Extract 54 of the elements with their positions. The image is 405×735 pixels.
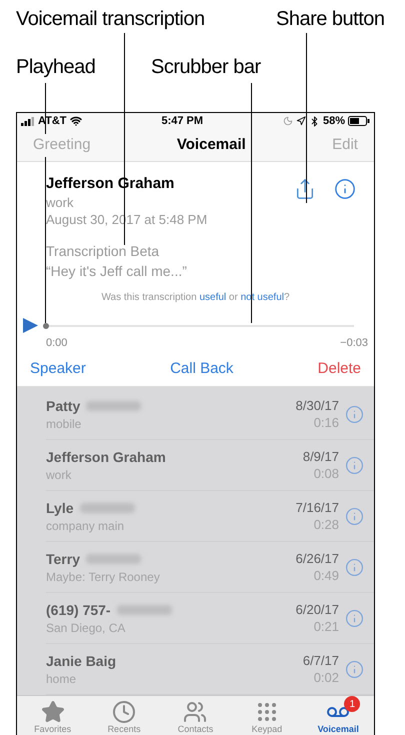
- transcription-text: “Hey it's Jeff call me...”: [46, 262, 188, 281]
- badge: 1: [344, 696, 360, 712]
- tab[interactable]: Recents: [94, 700, 154, 735]
- battery-text: 58%: [322, 114, 345, 130]
- info-icon[interactable]: [345, 404, 364, 424]
- callout-label: Share button: [276, 7, 385, 32]
- share-button[interactable]: [294, 178, 316, 200]
- caller-name: Patty: [46, 396, 80, 416]
- action-button[interactable]: Delete: [318, 358, 361, 380]
- play-button[interactable]: [23, 318, 38, 333]
- voicemail-date: 6/20/17: [296, 601, 339, 619]
- greeting-button[interactable]: Greeting: [33, 134, 91, 157]
- callout-label: Scrubber bar: [151, 55, 261, 80]
- caller-name: Terry: [46, 550, 80, 568]
- info-icon[interactable]: [345, 660, 364, 678]
- info-icon[interactable]: [345, 558, 364, 576]
- action-button[interactable]: Call Back: [170, 358, 234, 380]
- voicemail-date: 8/9/17: [302, 448, 339, 466]
- nav-title: Voicemail: [176, 135, 246, 156]
- remaining-time: −0:03: [340, 336, 368, 351]
- voicemail-date: 8/30/17: [296, 397, 339, 415]
- time-text: 5:47 PM: [161, 114, 204, 130]
- caller-name: Janie Baig: [46, 652, 116, 670]
- caller-name: (619) 757-: [46, 600, 111, 620]
- star-icon: [40, 700, 65, 724]
- moon-icon: [282, 116, 293, 126]
- info-icon[interactable]: [345, 506, 364, 526]
- voicemail-date: 7/16/17: [296, 499, 339, 517]
- phone-label: work: [46, 194, 74, 211]
- caller-name: Jefferson Graham: [46, 448, 166, 466]
- tab[interactable]: Contacts: [165, 700, 226, 735]
- useful-link[interactable]: useful: [199, 292, 226, 303]
- battery-icon: [348, 116, 370, 126]
- playhead[interactable]: [43, 322, 49, 328]
- info-icon[interactable]: [345, 608, 364, 628]
- caller-name: Lyle: [46, 498, 74, 518]
- elapsed-time: 0:00: [46, 336, 68, 351]
- voicemail-date: 6/7/17: [302, 652, 339, 670]
- info-icon[interactable]: [345, 456, 364, 474]
- people-icon: [183, 700, 208, 724]
- signal-icon: [21, 116, 35, 126]
- voicemail-date: 6/26/17: [296, 550, 339, 568]
- info-button[interactable]: [334, 178, 356, 200]
- location-icon: [296, 116, 306, 126]
- action-button[interactable]: Speaker: [30, 358, 86, 380]
- wifi-icon: [70, 115, 82, 128]
- bluetooth-icon: [308, 116, 320, 127]
- tab[interactable]: Favorites: [22, 700, 83, 735]
- edit-button[interactable]: Edit: [332, 134, 358, 157]
- transcription-title: Transcription Beta: [46, 242, 160, 261]
- tab[interactable]: Keypad: [236, 700, 297, 735]
- callout-label: Voicemail transcription: [16, 7, 205, 32]
- clock-icon: [112, 700, 136, 724]
- callout-label: Playhead: [16, 55, 96, 80]
